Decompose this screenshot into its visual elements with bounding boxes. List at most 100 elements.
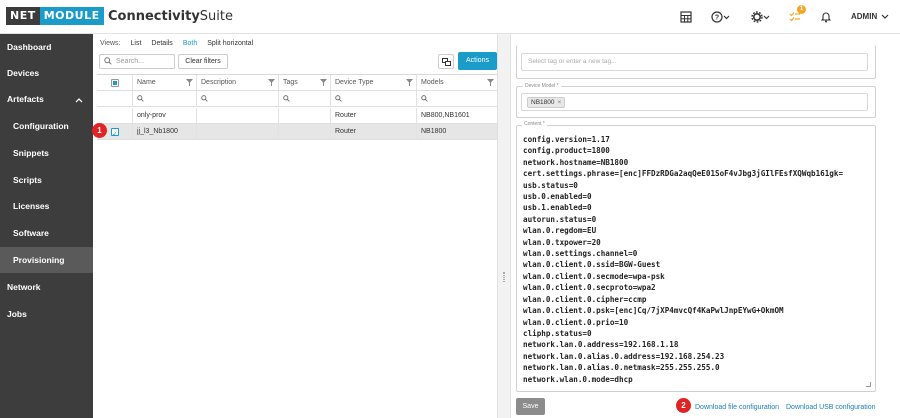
sidebar-item-snippets[interactable]: Snippets — [0, 140, 93, 166]
filter-name-input[interactable] — [133, 91, 197, 107]
filter-models-input[interactable] — [417, 91, 497, 107]
column-header-description[interactable]: Description — [197, 75, 279, 91]
sidebar-item-licenses[interactable]: Licenses — [0, 193, 93, 219]
cell-models: NB800,NB1601 — [421, 112, 470, 119]
sidebar-item-devices[interactable]: Devices — [0, 60, 93, 86]
sidebar-item-configuration[interactable]: Configuration — [0, 113, 93, 139]
pane-splitter[interactable] — [497, 34, 511, 418]
logo-net: NET — [6, 7, 40, 25]
filter-icon[interactable] — [186, 79, 193, 86]
content-line: cert.settings.phrase=[enc]FFDzRDGa2aqQeE… — [523, 169, 844, 179]
content-line: wlan.0.txpower=20 — [523, 237, 601, 247]
column-header-label: Device Type — [335, 79, 374, 86]
filter-icon[interactable] — [487, 79, 494, 86]
content-line: network.lan.0.alias.0.address=192.168.25… — [523, 351, 725, 361]
chevron-down-icon — [882, 14, 889, 19]
row-select-cell — [97, 108, 133, 124]
column-header-models[interactable]: Models — [417, 75, 497, 91]
filter-icon[interactable] — [320, 79, 327, 86]
filter-tags-input[interactable] — [279, 91, 331, 107]
netmodule-logo[interactable]: NET MODULE — [6, 7, 104, 25]
app-title-light: Suite — [199, 9, 233, 24]
search-icon — [201, 95, 208, 102]
content-line: wlan.0.settings.channel=0 — [523, 249, 638, 259]
column-header-name[interactable]: Name — [133, 75, 197, 91]
filter-description-input[interactable] — [197, 91, 279, 107]
row-checkbox[interactable] — [111, 127, 119, 140]
user-menu[interactable]: ADMIN — [851, 12, 889, 21]
content-line: cliphp.status=0 — [523, 328, 592, 338]
save-button[interactable]: Save — [516, 398, 545, 415]
chevron-up-icon — [75, 86, 83, 112]
column-header-device-type[interactable]: Device Type — [331, 75, 417, 91]
filter-icon[interactable] — [406, 79, 413, 86]
column-chooser-button[interactable] — [438, 54, 454, 69]
sidebar-item-artefacts[interactable]: Artefacts — [0, 86, 93, 112]
user-name: ADMIN — [851, 12, 878, 21]
calculator-icon[interactable] — [680, 10, 692, 24]
sidebar-item-dashboard[interactable]: Dashboard — [0, 34, 93, 60]
resize-handle-icon[interactable] — [866, 382, 871, 387]
table-row[interactable]: jj_l3_Nb1800 Router NB1800 — [97, 124, 497, 140]
sidebar-item-scripts[interactable]: Scripts — [0, 167, 93, 193]
search-icon — [421, 95, 428, 102]
content-line: wlan.0.client.0.ssid=BGW-Guest — [523, 260, 661, 270]
view-switcher: Views: List Details Both Split horizonta… — [100, 40, 253, 47]
content-line: wlan.0.client.0.psk=[enc]Cq/7jXP4mvcQf4K… — [523, 306, 784, 316]
sidebar-item-jobs[interactable]: Jobs — [0, 301, 93, 327]
column-header-label: Models — [421, 79, 444, 86]
splitter-grip-icon[interactable] — [503, 272, 505, 282]
download-usb-config-link[interactable]: Download USB configuration — [786, 404, 876, 411]
cell-device-type: Router — [331, 108, 417, 124]
content-line: wlan.0.client.0.prio=10 — [523, 317, 629, 327]
table-header-row: Name Description Tags Device Type Models — [97, 75, 497, 91]
sidebar-item-network[interactable]: Network — [0, 274, 93, 300]
clear-filters-button[interactable]: Clear filters — [178, 54, 228, 69]
content-line: wlan.0.client.0.secmode=wpa-psk — [523, 271, 665, 281]
table-row[interactable]: only-prov Router NB800,NB1601 — [97, 108, 497, 124]
select-all-checkbox[interactable] — [111, 79, 119, 87]
content-line: wlan.0.client.0.cipher=ccmp — [523, 294, 647, 304]
search-placeholder: Search... — [116, 58, 145, 65]
search-icon — [335, 95, 342, 102]
model-chip: NB1800 × — [527, 97, 566, 108]
view-list[interactable]: List — [131, 40, 142, 47]
content-line: wlan.0.regdom=EU — [523, 226, 597, 236]
settings-gear-icon[interactable] — [751, 10, 771, 24]
content-textarea[interactable]: config.version=1.17 config.product=1800 ne… — [516, 125, 876, 392]
content-line: network.wlan.0.mode=dhcp — [523, 374, 633, 384]
view-details[interactable]: Details — [151, 40, 172, 47]
filter-cell-empty — [97, 91, 133, 107]
content-line: usb.1.enabled=0 — [523, 203, 592, 213]
logo-module: MODULE — [39, 7, 104, 25]
column-header-label: Description — [201, 79, 237, 86]
tag-input[interactable]: Select tag or enter a new tag... — [521, 53, 868, 71]
column-header-tags[interactable]: Tags — [279, 75, 331, 91]
content-line: config.product=1800 — [523, 146, 610, 156]
device-model-input[interactable]: NB1800 × — [521, 93, 868, 111]
column-header-label: Name — [137, 79, 156, 86]
config-content: config.version=1.17 config.product=1800 ne… — [523, 134, 868, 385]
filter-icon[interactable] — [268, 79, 275, 86]
content-line: wlan.0.client.0.secproto=wpa2 — [523, 283, 656, 293]
table-filter-row — [97, 91, 497, 107]
bell-icon[interactable] — [821, 10, 831, 24]
help-icon[interactable]: ? — [711, 10, 731, 24]
sidebar-item-software[interactable]: Software — [0, 220, 93, 246]
svg-text:?: ? — [715, 15, 719, 22]
view-split-horizontal[interactable]: Split horizontal — [207, 40, 253, 47]
content-line: network.lan.0.alias.0.netmask=255.255.25… — [523, 363, 720, 373]
tasks-badge: 1 — [797, 5, 806, 14]
search-input[interactable]: Search... — [99, 54, 175, 69]
app-header: NET MODULE ConnectivitySuite ? 1 ADMIN — [0, 0, 900, 34]
cell-name: jj_l3_Nb1800 — [133, 124, 197, 140]
view-both[interactable]: Both — [183, 40, 197, 47]
cell-device-type: Router — [331, 124, 417, 140]
actions-button[interactable]: Actions — [458, 52, 497, 70]
download-file-config-link[interactable]: Download file configuration — [695, 404, 779, 411]
filter-device-type-input[interactable] — [331, 91, 417, 107]
cell-name: only-prov — [133, 108, 197, 124]
cell-models: NB1800 — [421, 128, 447, 135]
chip-remove-icon[interactable]: × — [558, 99, 562, 106]
sidebar-item-provisioning[interactable]: Provisioning — [0, 247, 93, 273]
